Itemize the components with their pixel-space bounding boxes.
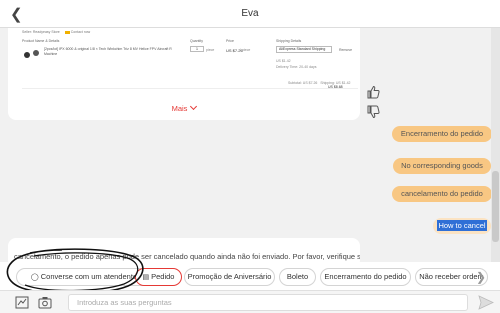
col-product: Product Name & Details <box>22 39 60 43</box>
product-title[interactable]: [2pcs/lot] IPX 6000 & original 1/8 × Tec… <box>44 47 174 56</box>
camera-icon[interactable] <box>38 296 52 309</box>
chat-scrollbar[interactable] <box>491 28 500 262</box>
user-message: No corresponding goods <box>393 158 491 174</box>
chevron-right-icon[interactable]: ❯ <box>474 270 488 284</box>
header-bar: ❮ Eva <box>0 0 500 28</box>
quick-reply-encerramento[interactable]: Encerramento do pedido <box>320 268 411 286</box>
col-shipping: Shipping Details <box>276 39 302 43</box>
product-image <box>23 47 41 61</box>
chart-image-icon[interactable] <box>15 296 29 309</box>
selected-text: How to cancel <box>437 220 487 231</box>
shipping-cost: US $1.42 <box>276 59 291 63</box>
chat-title: Eva <box>241 8 259 19</box>
mais-label: Mais <box>171 104 188 113</box>
thumbs-down-icon[interactable] <box>366 105 380 119</box>
quick-reply-label: Pedido <box>151 272 175 281</box>
order-card: Seller: Readyeasy Store Contact now Prod… <box>8 28 360 120</box>
quick-reply-label: Converse com um atendente <box>40 272 138 281</box>
mais-button[interactable]: Mais <box>8 102 360 113</box>
send-icon[interactable] <box>478 295 494 310</box>
bot-message-text: cancelamento, o pedido apenas pode ser c… <box>14 252 360 261</box>
divider <box>22 88 358 89</box>
quick-reply-pedido[interactable]: ▤ Pedido <box>135 268 182 286</box>
quick-reply-label: Encerramento do pedido <box>324 272 407 281</box>
contact-icon <box>64 30 70 34</box>
user-message-selected: How to cancel <box>433 218 491 234</box>
chevron-down-icon <box>190 102 198 111</box>
quick-reply-label: Boleto <box>286 272 309 281</box>
thumbs-up-icon[interactable] <box>366 85 380 99</box>
order-icon: ▤ <box>142 274 150 281</box>
user-message: Encerramento do pedido <box>392 126 492 142</box>
col-quantity: Quantity <box>190 39 204 43</box>
shipping-method-select[interactable]: AliExpress Standard Shipping <box>276 46 332 53</box>
scrollbar-thumb[interactable] <box>492 171 499 242</box>
quick-reply-boleto[interactable]: Boleto <box>279 268 316 286</box>
input-bar <box>0 290 500 313</box>
remove-link[interactable]: Remove <box>339 48 352 52</box>
contact-link[interactable]: Contact now <box>71 30 90 34</box>
quick-reply-converse[interactable]: ◯ Converse com um atendente <box>16 268 152 286</box>
user-message: cancelamento do pedido <box>392 186 492 202</box>
price-unit: / piece <box>240 48 251 52</box>
delivery-time: Delivery Time: 20-40 days <box>276 65 317 69</box>
subtotal: Subtotal: US $7.26 <box>288 81 318 85</box>
quick-replies: ◯ Converse com um atendente ▤ Pedido Promo… <box>0 262 500 290</box>
chat-bubble-icon: ◯ <box>30 274 39 281</box>
col-price: Price <box>226 39 234 43</box>
chat-area[interactable]: Seller: Readyeasy Store Contact now Prod… <box>0 28 500 262</box>
quantity-unit: piece <box>206 48 215 52</box>
quantity-field[interactable]: 1 <box>190 46 204 52</box>
seller-name: Seller: Readyeasy Store <box>22 30 60 34</box>
question-input[interactable] <box>68 294 468 311</box>
quick-reply-promocao[interactable]: Promoção de Aniversário <box>184 268 275 286</box>
seller-row: Seller: Readyeasy Store Contact now <box>22 30 90 34</box>
quick-reply-label: Promoção de Aniversário <box>187 272 272 281</box>
bot-message: cancelamento, o pedido apenas pode ser c… <box>8 238 360 262</box>
